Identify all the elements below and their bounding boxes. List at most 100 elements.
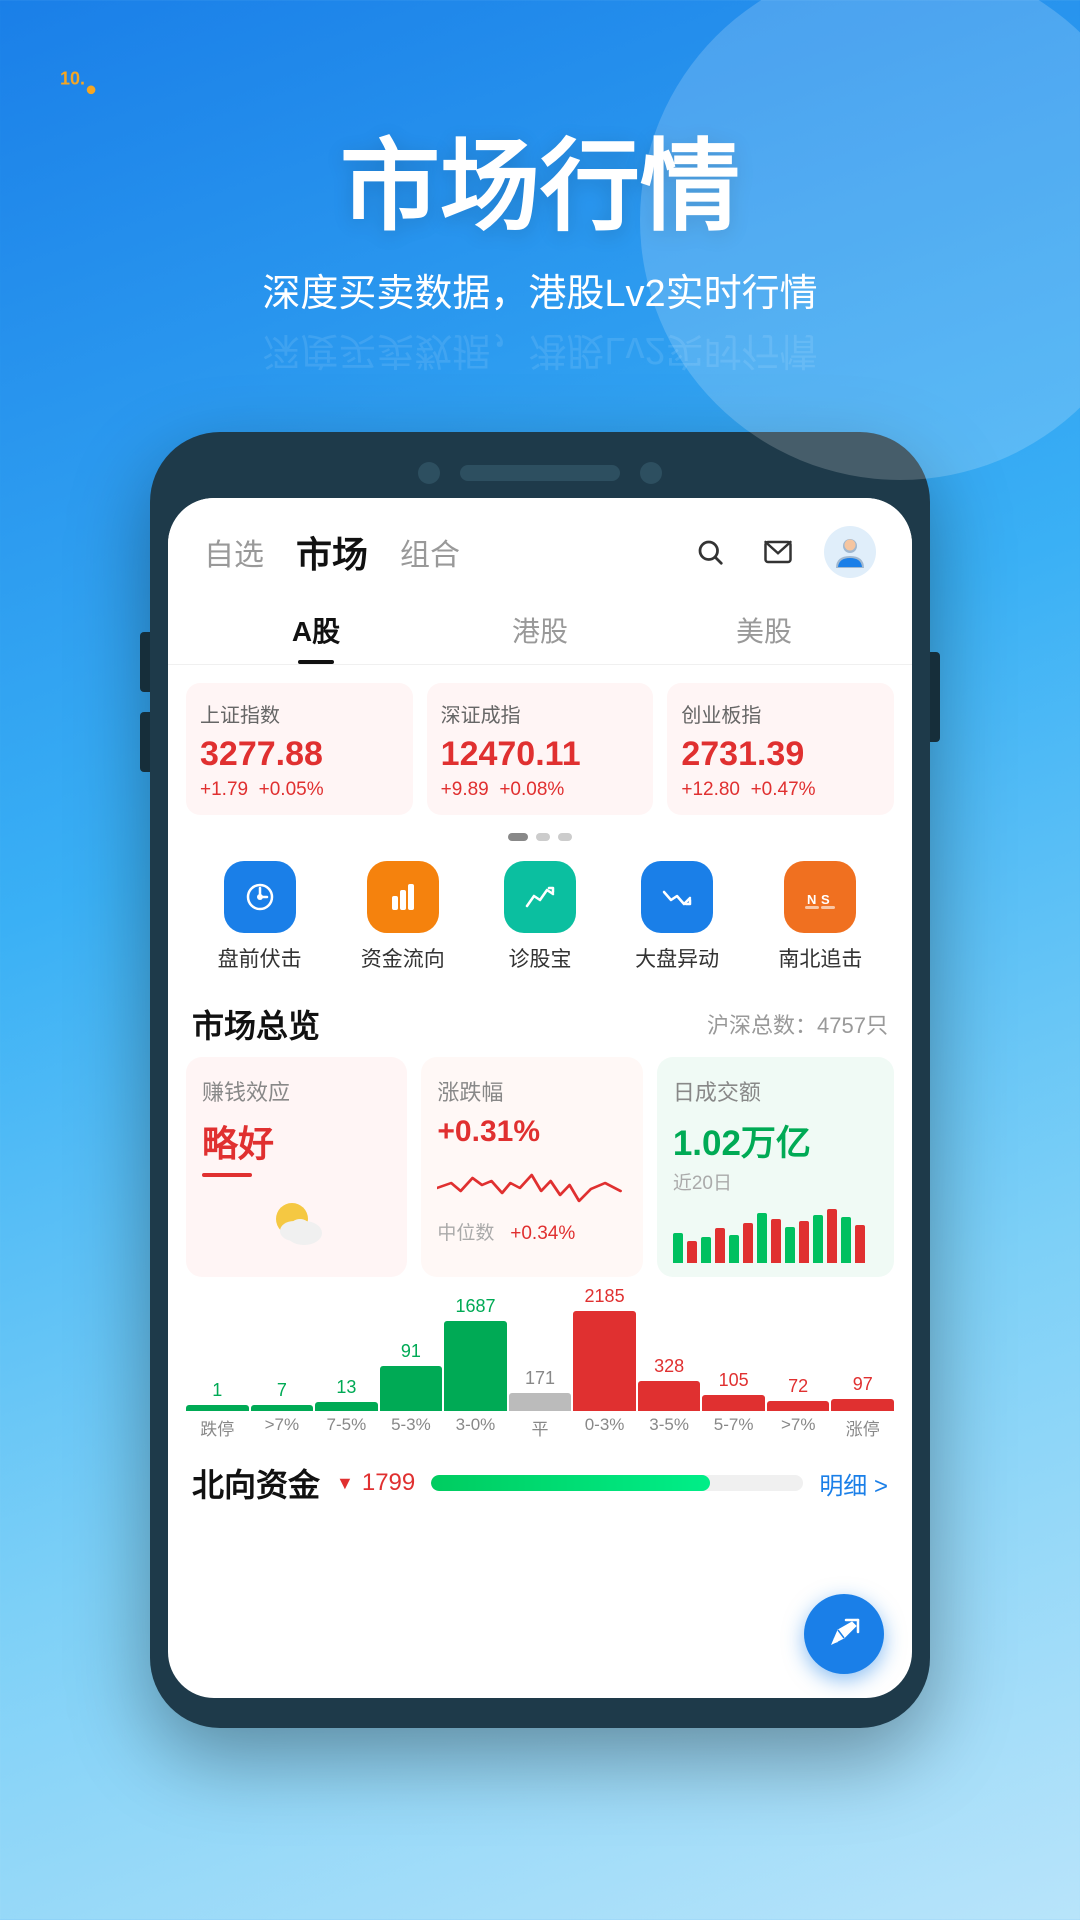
- panqian-label: 盘前伏击: [218, 943, 302, 973]
- phone-screen: 自选 市场 组合: [168, 498, 912, 1698]
- mini-bar-11: [813, 1215, 823, 1263]
- profit-effect-card[interactable]: 赚钱效应 略好: [186, 1057, 407, 1277]
- dist-bar-val-6: 2185: [585, 1286, 625, 1307]
- dist-bar-body-5: [509, 1393, 572, 1411]
- rise-fall-sub-label: 中位数 +0.34%: [437, 1218, 626, 1245]
- feature-dapan[interactable]: 大盘异动: [635, 861, 719, 973]
- dist-label-9: >7%: [767, 1415, 830, 1440]
- dist-label-1: >7%: [251, 1415, 314, 1440]
- cybz-value: 2731.39: [681, 736, 880, 773]
- dapan-label: 大盘异动: [635, 943, 719, 973]
- phone-wrap: 自选 市场 组合: [0, 432, 1080, 1728]
- dist-bar-body-2: [315, 1402, 378, 1411]
- index-card-szcz[interactable]: 深证成指 12470.11 +9.89 +0.08%: [427, 683, 654, 815]
- mini-bar-12: [827, 1209, 837, 1263]
- tab-portfolio[interactable]: 组合: [400, 530, 460, 574]
- tab-market[interactable]: 市场: [296, 526, 368, 578]
- index-card-shzs[interactable]: 上证指数 3277.88 +1.79 +0.05%: [186, 683, 413, 815]
- phone-camera-left: [418, 462, 440, 484]
- rise-fall-value: +0.31%: [437, 1115, 626, 1149]
- mail-icon[interactable]: [756, 530, 800, 574]
- index-cards: 上证指数 3277.88 +1.79 +0.05% 深证成指 12470.11 …: [168, 665, 912, 827]
- user-avatar[interactable]: [824, 526, 876, 578]
- version-dot: ●: [85, 78, 97, 100]
- daily-volume-sub: 近20日: [673, 1168, 878, 1195]
- rise-fall-card[interactable]: 涨跌幅 +0.31% 中位数 +0.34%: [421, 1057, 642, 1277]
- shzs-value: 3277.88: [200, 736, 399, 773]
- banner: 10.● 市场行情 深度买卖数据，港股Lv2实时行情 深度买卖数据，港股Lv2实…: [0, 0, 1080, 422]
- zhengubao-icon: [504, 861, 576, 933]
- main-nav: 自选 市场 组合: [204, 526, 460, 578]
- dist-labels-row: 跌停>7%7-5%5-3%3-0%平0-3%3-5%5-7%>7%涨停: [186, 1415, 894, 1440]
- rise-fall-label: 涨跌幅: [437, 1075, 626, 1107]
- dot-3: [558, 833, 572, 841]
- sub-tabs: A股 港股 美股: [168, 594, 912, 665]
- subtab-us-shares[interactable]: 美股: [652, 594, 876, 664]
- dist-bar-val-7: 328: [654, 1356, 684, 1377]
- phone-frame: 自选 市场 组合: [150, 432, 930, 1728]
- daily-volume-card[interactable]: 日成交额 1.02万亿 近20日: [657, 1057, 894, 1277]
- svg-text:S: S: [821, 892, 830, 907]
- northbound-bar: [431, 1475, 803, 1491]
- dist-bar-val-0: 1: [212, 1380, 222, 1401]
- market-cards: 赚钱效应 略好: [168, 1057, 912, 1291]
- dist-bar-body-10: [831, 1399, 894, 1411]
- phone-notch: [168, 462, 912, 484]
- feature-zijin[interactable]: 资金流向: [361, 861, 445, 973]
- dist-bar-4: 1687: [444, 1296, 507, 1411]
- northbound-title: 北向资金: [192, 1460, 320, 1506]
- search-icon[interactable]: [688, 530, 732, 574]
- weather-icon: [202, 1191, 391, 1251]
- feature-nanbeizhuiji[interactable]: N S 南北追击: [778, 861, 862, 973]
- daily-volume-value: 1.02万亿: [673, 1115, 878, 1166]
- dist-bar-val-10: 97: [853, 1374, 873, 1395]
- mini-bar-8: [771, 1219, 781, 1263]
- feature-panqian[interactable]: 盘前伏击: [218, 861, 302, 973]
- profit-effect-label: 赚钱效应: [202, 1075, 391, 1107]
- dist-bar-val-3: 91: [401, 1341, 421, 1362]
- dot-2: [536, 833, 550, 841]
- sparkline-chart: [437, 1153, 626, 1213]
- cybz-label: 创业板指: [681, 699, 880, 728]
- feature-zhengubao[interactable]: 诊股宝: [504, 861, 576, 973]
- dist-label-0: 跌停: [186, 1415, 249, 1440]
- mini-bar-9: [785, 1227, 795, 1263]
- dist-bar-body-4: [444, 1321, 507, 1411]
- svg-text:N: N: [807, 892, 816, 907]
- fab-button[interactable]: [804, 1594, 884, 1674]
- index-card-cybz[interactable]: 创业板指 2731.39 +12.80 +0.47%: [667, 683, 894, 815]
- northbound-detail-link[interactable]: 明细 >: [819, 1466, 888, 1501]
- market-overview-header: 市场总览 沪深总数：4757只: [168, 991, 912, 1057]
- nanbeizhuiji-icon: N S: [784, 861, 856, 933]
- pagination-dots: [168, 833, 912, 841]
- zijin-icon: [367, 861, 439, 933]
- dist-bar-body-1: [251, 1405, 314, 1411]
- dist-bar-2: 13: [315, 1377, 378, 1411]
- dist-bar-0: 1: [186, 1380, 249, 1411]
- mini-bar-1: [673, 1233, 683, 1263]
- tab-watchlist[interactable]: 自选: [204, 530, 264, 574]
- phone-speaker: [460, 465, 620, 481]
- dist-bar-8: 105: [702, 1370, 765, 1411]
- northbound-value: ▼ 1799: [336, 1469, 415, 1497]
- market-overview-title: 市场总览: [192, 1001, 320, 1047]
- dist-bar-1: 7: [251, 1380, 314, 1411]
- dist-label-6: 0-3%: [573, 1415, 636, 1440]
- dist-bar-body-0: [186, 1405, 249, 1411]
- dapan-icon: [641, 861, 713, 933]
- dist-bar-val-2: 13: [336, 1377, 356, 1398]
- dist-bar-val-9: 72: [788, 1376, 808, 1397]
- shzs-change: +1.79 +0.05%: [200, 779, 399, 801]
- dot-1: [508, 833, 528, 841]
- dist-bar-6: 2185: [573, 1286, 636, 1411]
- zijin-label: 资金流向: [361, 943, 445, 973]
- dist-label-5: 平: [509, 1415, 572, 1440]
- szcz-value: 12470.11: [441, 736, 640, 773]
- mini-bar-7: [757, 1213, 767, 1263]
- szcz-label: 深证成指: [441, 699, 640, 728]
- shzs-label: 上证指数: [200, 699, 399, 728]
- subtab-hk-shares[interactable]: 港股: [428, 594, 652, 664]
- dist-bar-body-9: [767, 1401, 830, 1411]
- subtab-a-shares[interactable]: A股: [204, 594, 428, 664]
- panqian-icon: [224, 861, 296, 933]
